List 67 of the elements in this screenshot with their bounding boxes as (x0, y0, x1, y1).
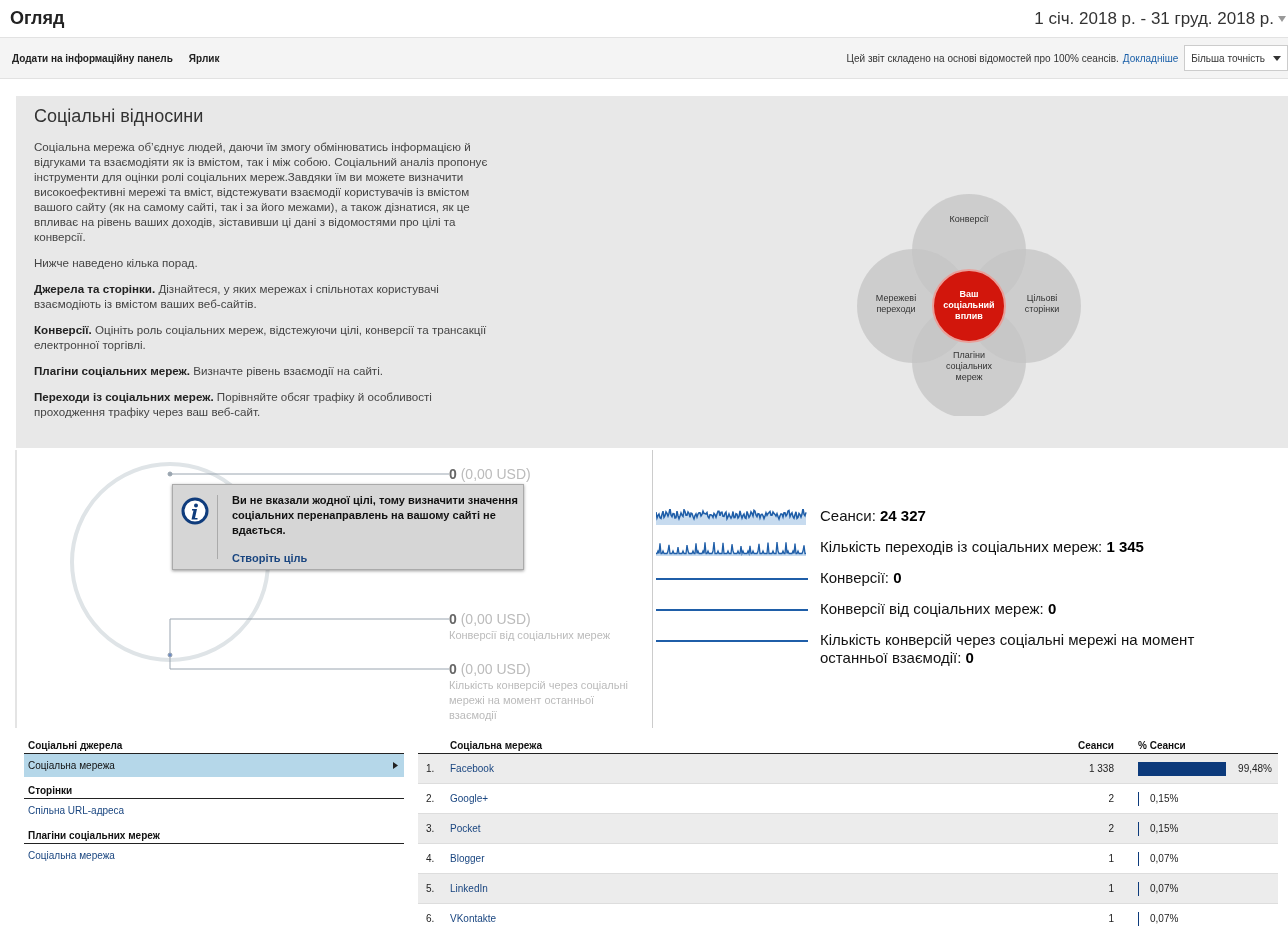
page-title: Огляд (10, 8, 65, 29)
value-label: 0 (0,00 USD) (449, 466, 531, 482)
column-header[interactable]: Сеанси (986, 740, 1130, 754)
metric-label: Кількість конверсій через соціальні мережі на момент останньої взаємодії: 0 (820, 631, 1196, 667)
table-cell: 1 (986, 873, 1130, 904)
table-cell-text: 0,07% (1150, 913, 1180, 924)
value-label: 0 (0,00 USD) (449, 611, 531, 627)
value-caption: Конверсії від соціальних мереж (449, 628, 612, 643)
value-label: 0 (0,00 USD) (449, 661, 531, 677)
table-cell: 1 (986, 843, 1130, 874)
diagram-center-label: Ваш соціальний вплив (942, 289, 996, 322)
create-goal-link[interactable]: Створіть ціль (232, 552, 308, 564)
table-cell-text: 0,15% (1150, 793, 1180, 804)
learn-more-link[interactable]: Докладніше (1122, 52, 1179, 64)
diagram-label: Мережеві переходи (874, 293, 918, 315)
network-link[interactable]: Google+ (450, 793, 489, 804)
source-group-heading: Плагіни соціальних мереж (24, 830, 404, 844)
network-link[interactable]: Pocket (450, 823, 481, 834)
value-caption: Кількість конверсій через соціальні мережі на момент останньої взаємодії (449, 678, 629, 723)
row-number: 4. (418, 843, 442, 874)
metric-label: Конверсії: 0 (820, 569, 903, 587)
source-item[interactable]: Спільна URL-адреса (24, 799, 404, 822)
toolbar-action[interactable]: Ярлик (188, 52, 220, 64)
sampling-notice: Цей звіт складено на основі відомостей про 100% сеансів. (846, 52, 1119, 64)
metric-label: Кількість переходів із соціальних мереж: 1 345 (820, 538, 1145, 556)
caret-icon (1273, 55, 1281, 61)
network-link[interactable]: LinkedIn (450, 883, 488, 894)
row-number: 1. (418, 753, 442, 784)
table-cell: 1 338 (986, 753, 1130, 784)
source-group-heading: Сторінки (24, 785, 404, 799)
precision-dropdown[interactable]: Більша точність (1184, 45, 1288, 71)
section-title: Соціальні відносини (34, 106, 205, 127)
intro-paragraph: Нижче наведено кілька порад. (34, 255, 199, 270)
diagram-label: Цільові сторінки (1023, 293, 1061, 315)
network-link[interactable]: Blogger (450, 853, 485, 864)
table-cell-text: 0,15% (1150, 823, 1180, 834)
table-cell-text: 0,07% (1150, 853, 1180, 864)
intro-paragraph: Джерела та сторінки. Дізнайтеся, у яких мережах і спільнотах користувачі взаємодіють із вмістом ваших веб-сайтів. (34, 281, 440, 311)
metric-label: Сеанси: 24 327 (820, 507, 927, 525)
source-item[interactable]: Соціальна мережа (24, 844, 404, 867)
row-number: 3. (418, 813, 442, 844)
toolbar-action[interactable]: Додати на інформаційну панель (12, 52, 173, 64)
table-cell-text: 0,07% (1150, 883, 1180, 894)
tooltip-message: Ви не вказали жодної цілі, тому визначити значення соціальних перенаправлень на вашому сайті не вдається. (232, 493, 519, 538)
table-cell: 1 (986, 903, 1130, 931)
column-header[interactable]: Соціальна мережа (442, 740, 986, 754)
source-item[interactable]: Соціальна мережа (24, 754, 404, 777)
intro-paragraph: Переходи із соціальних мереж. Порівняйте обсяг трафіку й особливості проходження трафіку через ваш веб-сайт. (34, 389, 433, 419)
network-link[interactable]: Facebook (450, 763, 494, 774)
table-cell: 2 (986, 813, 1130, 844)
date-range-picker[interactable]: 1 січ. 2018 р. - 31 груд. 2018 р. (1034, 8, 1288, 29)
row-number: 2. (418, 783, 442, 814)
intro-paragraph: Соціальна мережа об’єднує людей, даючи їм змогу обмінюватись інформацією й відгуками та взаємодіяти як із вмістом, так і між собою. Соціальний аналіз пропонує інструменти для оцінки ролі соціальних мереж.Завдяки їм ви можете визначити високоефективні мережі та вміст, відстежувати взаємодії користувачів із вмістом вашого сайту (як на самому сайті, так і за його межами), а також дізнатися, як це впливає на рівень ваших доходів, зіставивши ці дані з відомостями про цілі та конверсії. (34, 139, 489, 244)
info-icon (181, 497, 209, 525)
caret-icon (1278, 15, 1286, 22)
network-link[interactable]: VKontakte (450, 913, 497, 924)
diagram-label: Плагіни соціальних мереж (944, 350, 994, 383)
column-header[interactable]: % Сеанси (1130, 740, 1278, 754)
intro-paragraph: Конверсії. Оцініть роль соціальних мереж, відстежуючи цілі, конверсії та трансакції електронної торгівлі. (34, 322, 488, 352)
row-number: 6. (418, 903, 442, 931)
diagram-label: Конверсії (948, 214, 990, 225)
caret-icon (393, 762, 398, 769)
metric-label: Конверсії від соціальних мереж: 0 (820, 600, 1058, 618)
intro-paragraph: Плагіни соціальних мереж. Визначте рівень взаємодії на сайті. (34, 363, 384, 378)
table-cell-text: 99,48% (1237, 763, 1273, 774)
table-cell: 2 (986, 783, 1130, 814)
row-number: 5. (418, 873, 442, 904)
